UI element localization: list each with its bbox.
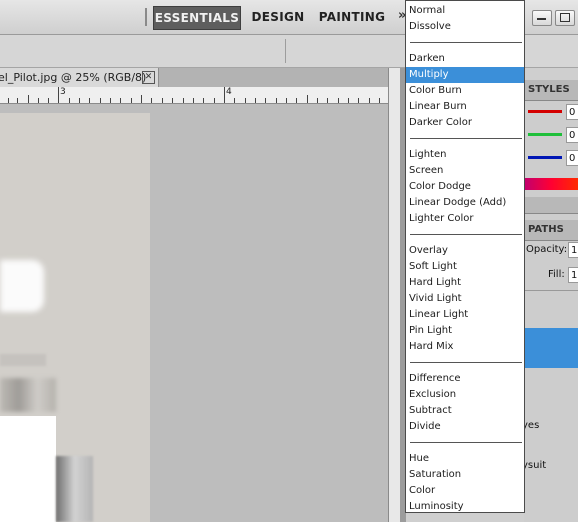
workspace-design-button[interactable]: DESIGN [249,6,307,28]
opacity-label: Opacity: [526,244,568,255]
blend-mode-hue[interactable]: Hue [406,451,524,467]
opacity-field[interactable]: 1 [568,242,578,258]
blend-mode-soft-light[interactable]: Soft Light [406,259,524,275]
panel-tab-strip [524,197,578,214]
fill-label: Fill: [548,269,565,280]
menu-separator [410,42,522,43]
blend-mode-multiply[interactable]: Multiply [406,67,524,83]
image-content [56,456,93,522]
blend-mode-hard-mix[interactable]: Hard Mix [406,339,524,355]
divider [524,290,578,291]
menu-separator [410,138,522,139]
blend-mode-screen[interactable]: Screen [406,163,524,179]
blend-mode-menu[interactable]: Normal Dissolve Darken Multiply Color Bu… [405,0,525,513]
layer-name[interactable]: ysuit [522,460,546,471]
image-content [0,260,44,312]
blend-mode-saturation[interactable]: Saturation [406,467,524,483]
color-slider-red[interactable]: 0 [524,102,578,122]
blend-mode-pin-light[interactable]: Pin Light [406,323,524,339]
image-content [0,378,56,412]
color-spectrum-bar[interactable] [524,178,578,190]
menu-separator [410,442,522,443]
horizontal-ruler: 3 4 [0,87,388,104]
blend-mode-lighter-color[interactable]: Lighter Color [406,211,524,227]
ruler-label: 4 [226,87,232,97]
tab-paths[interactable]: PATHS [524,220,578,241]
blend-mode-color-dodge[interactable]: Color Dodge [406,179,524,195]
green-slider-line [528,133,562,136]
green-value-field[interactable]: 0 [566,127,578,143]
document-tab-bar: el_Pilot.jpg @ 25% (RGB/8) ✕ [0,68,400,88]
blend-mode-linear-burn[interactable]: Linear Burn [406,99,524,115]
selected-layer-row[interactable] [524,328,578,368]
blend-mode-dissolve[interactable]: Dissolve [406,19,524,35]
blend-mode-luminosity[interactable]: Luminosity [406,499,524,515]
blend-mode-overlay[interactable]: Overlay [406,243,524,259]
blend-mode-subtract[interactable]: Subtract [406,403,524,419]
blend-mode-color-burn[interactable]: Color Burn [406,83,524,99]
restore-window-button[interactable] [555,10,575,26]
minimize-window-button[interactable] [532,10,552,26]
blend-mode-lighten[interactable]: Lighten [406,147,524,163]
red-value-field[interactable]: 0 [566,104,578,120]
document-tab-title: el_Pilot.jpg @ 25% (RGB/8) [0,71,147,84]
blend-mode-exclusion[interactable]: Exclusion [406,387,524,403]
tab-paths-label: PATHS [528,224,564,235]
right-panel-dock: STYLES 0 0 0 PATHS Opacity: 1 Fill: 1 ye… [522,80,578,522]
blend-mode-darker-color[interactable]: Darker Color [406,115,524,131]
blend-mode-darken[interactable]: Darken [406,51,524,67]
blend-mode-difference[interactable]: Difference [406,371,524,387]
blend-mode-linear-light[interactable]: Linear Light [406,307,524,323]
blend-mode-linear-dodge[interactable]: Linear Dodge (Add) [406,195,524,211]
options-separator [285,39,286,63]
blue-value-field[interactable]: 0 [566,150,578,166]
document-tab[interactable]: el_Pilot.jpg @ 25% (RGB/8) ✕ [0,68,159,87]
blend-mode-divide[interactable]: Divide [406,419,524,435]
blend-mode-normal[interactable]: Normal [406,3,524,19]
blend-mode-vivid-light[interactable]: Vivid Light [406,291,524,307]
image-content [0,416,56,522]
color-slider-green[interactable]: 0 [524,125,578,145]
workspace-separator [145,8,147,26]
close-icon[interactable]: ✕ [142,71,155,84]
workspace-painting-button[interactable]: PAINTING [317,6,387,28]
ruler-ticks [8,87,380,103]
fill-field[interactable]: 1 [568,267,578,283]
red-slider-line [528,110,562,113]
blend-mode-hard-light[interactable]: Hard Light [406,275,524,291]
workspace-essentials-button[interactable]: ESSENTIALS [153,6,241,30]
menu-separator [410,362,522,363]
tab-styles[interactable]: STYLES [524,80,578,101]
ruler-label: 3 [60,87,66,97]
blend-mode-color[interactable]: Color [406,483,524,499]
tab-styles-label: STYLES [528,84,570,95]
image-content [0,354,46,366]
menu-separator [410,234,522,235]
color-slider-blue[interactable]: 0 [524,148,578,168]
blue-slider-line [528,156,562,159]
